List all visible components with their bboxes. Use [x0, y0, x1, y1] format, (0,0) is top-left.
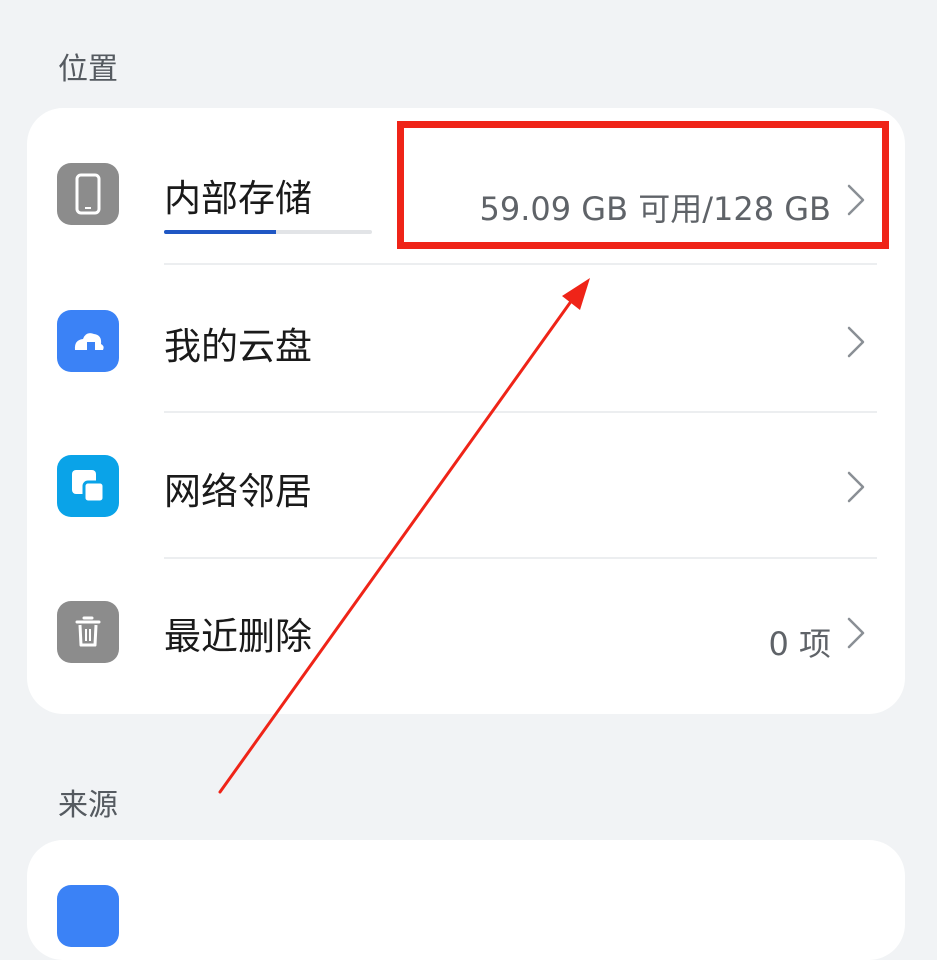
- source-app-icon: [57, 885, 119, 947]
- annotation-arrow: [218, 278, 590, 794]
